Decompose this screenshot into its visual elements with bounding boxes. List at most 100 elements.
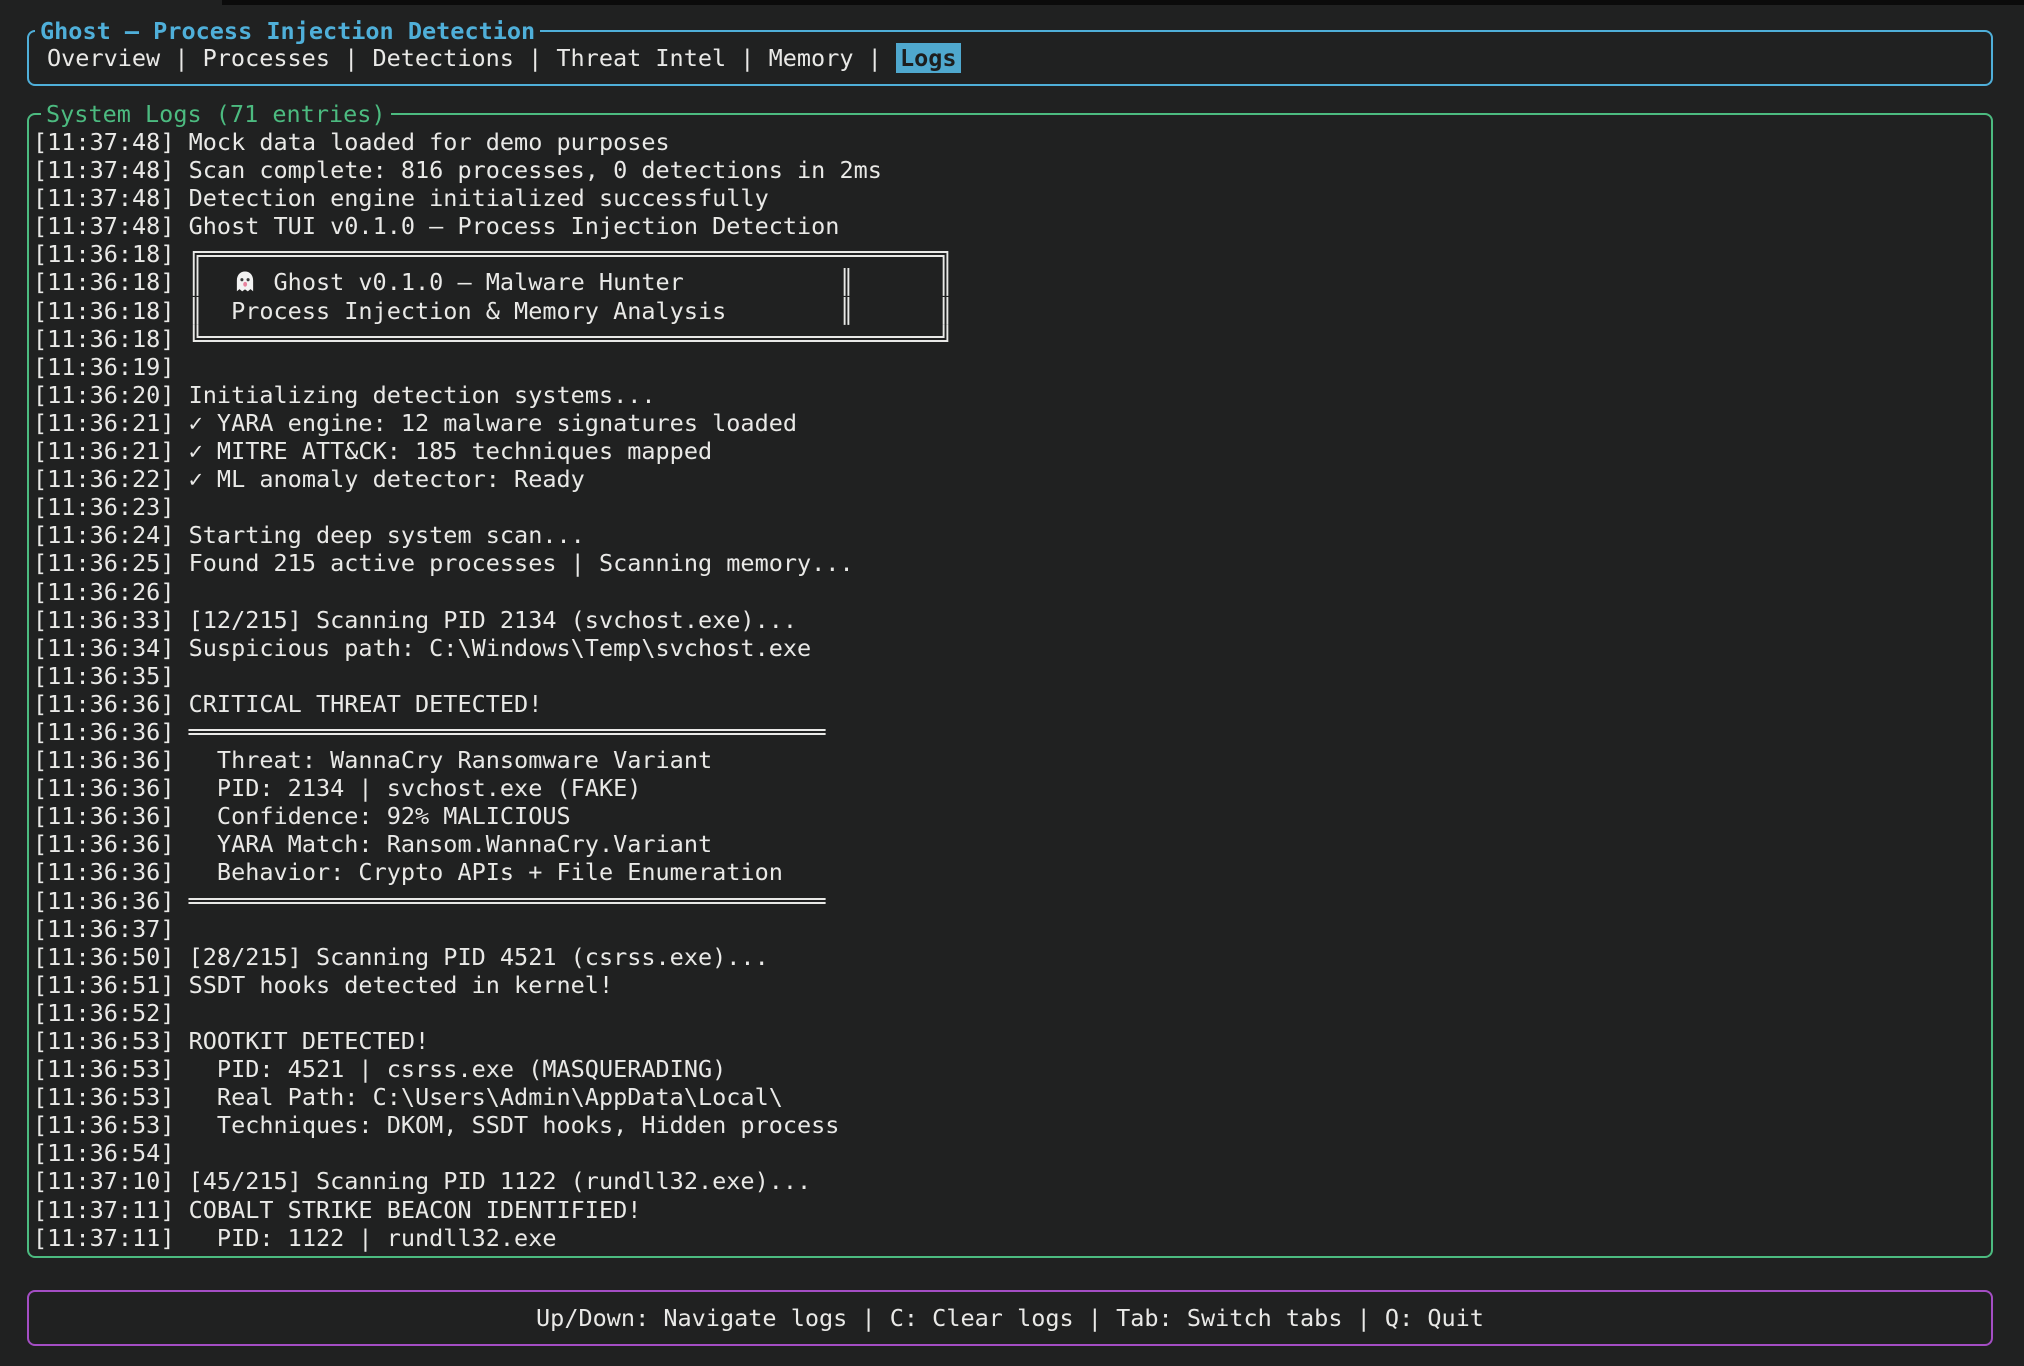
log-entry: [11:36:36] Confidence: 92% MALICIOUS [33, 802, 1987, 830]
keybindings-help: Up/Down: Navigate logs | C: Clear logs |… [536, 1304, 1484, 1332]
log-entry: [11:36:18] ╚════════════════════════════… [33, 325, 1987, 353]
log-entry: [11:36:19] [33, 353, 1987, 381]
tab-detections[interactable]: Detections [372, 44, 513, 72]
log-timestamp: [11:36:54] [33, 1139, 189, 1167]
log-message: Behavior: Crypto APIs + File Enumeration [189, 858, 783, 886]
log-entry: [11:36:52] [33, 999, 1987, 1027]
logs-panel-title: System Logs (71 entries) [41, 98, 391, 130]
log-entry: [11:36:35] [33, 662, 1987, 690]
log-message: Real Path: C:\Users\Admin\AppData\Local\ [189, 1083, 783, 1111]
log-timestamp: [11:36:52] [33, 999, 189, 1027]
log-timestamp: [11:36:36] [33, 887, 189, 915]
log-entry: [11:36:33] [12/215] Scanning PID 2134 (s… [33, 606, 1987, 634]
log-timestamp: [11:36:36] [33, 858, 189, 886]
log-message: Starting deep system scan... [189, 521, 585, 549]
log-timestamp: [11:36:21] [33, 437, 189, 465]
log-entry: [11:36:20] Initializing detection system… [33, 381, 1987, 409]
log-message: ║ Process Injection & Memory Analysis ║ … [189, 297, 953, 325]
log-entry: [11:37:11] COBALT STRIKE BEACON IDENTIFI… [33, 1196, 1987, 1224]
log-timestamp: [11:36:35] [33, 662, 189, 690]
log-timestamp: [11:36:18] [33, 325, 189, 353]
log-message: ╚═══════════════════════════════════════… [189, 325, 953, 353]
log-entry: [11:37:48] Mock data loaded for demo pur… [33, 128, 1987, 156]
log-timestamp: [11:37:11] [33, 1196, 189, 1224]
log-entry: [11:36:18] ║ Process Injection & Memory … [33, 297, 1987, 325]
tab-separator: | [726, 44, 768, 72]
log-entry: [11:36:26] [33, 578, 1987, 606]
log-entry: [11:36:53] PID: 4521 | csrss.exe (MASQUE… [33, 1055, 1987, 1083]
log-message: Mock data loaded for demo purposes [189, 128, 670, 156]
log-entry: [11:36:22] ✓ ML anomaly detector: Ready [33, 465, 1987, 493]
log-message: ✓ YARA engine: 12 malware signatures loa… [189, 409, 797, 437]
log-timestamp: [11:36:26] [33, 578, 189, 606]
log-entry: [11:37:48] Scan complete: 816 processes,… [33, 156, 1987, 184]
tab-threat-intel[interactable]: Threat Intel [556, 44, 726, 72]
log-entry: [11:36:37] [33, 915, 1987, 943]
tab-separator: | [854, 44, 896, 72]
log-entry: [11:36:21] ✓ MITRE ATT&CK: 185 technique… [33, 437, 1987, 465]
tab-memory[interactable]: Memory [769, 44, 854, 72]
log-entry: [11:36:25] Found 215 active processes | … [33, 549, 1987, 577]
log-timestamp: [11:36:21] [33, 409, 189, 437]
ghost-icon [231, 269, 259, 295]
log-entry: [11:36:23] [33, 493, 1987, 521]
log-timestamp: [11:36:34] [33, 634, 189, 662]
log-timestamp: [11:37:48] [33, 212, 189, 240]
log-entry: [11:36:36] CRITICAL THREAT DETECTED! [33, 690, 1987, 718]
log-timestamp: [11:37:48] [33, 184, 189, 212]
logs-panel: System Logs (71 entries) [11:37:48] Mock… [27, 113, 1993, 1258]
log-message: Initializing detection systems... [189, 381, 656, 409]
tab-processes[interactable]: Processes [203, 44, 330, 72]
log-message: PID: 1122 | rundll32.exe [189, 1224, 557, 1252]
logs-body[interactable]: [11:37:48] Mock data loaded for demo pur… [33, 128, 1987, 1253]
log-message: ✓ ML anomaly detector: Ready [189, 465, 585, 493]
log-message: Scan complete: 816 processes, 0 detectio… [189, 156, 882, 184]
log-entry: [11:36:53] Real Path: C:\Users\Admin\App… [33, 1083, 1987, 1111]
log-timestamp: [11:36:25] [33, 549, 189, 577]
tab-separator: | [514, 44, 556, 72]
log-entry: [11:36:34] Suspicious path: C:\Windows\T… [33, 634, 1987, 662]
log-entry: [11:37:10] [45/215] Scanning PID 1122 (r… [33, 1167, 1987, 1195]
log-timestamp: [11:36:53] [33, 1055, 189, 1083]
log-entry: [11:37:48] Detection engine initialized … [33, 184, 1987, 212]
log-timestamp: [11:36:24] [33, 521, 189, 549]
tab-logs[interactable]: Logs [896, 43, 961, 73]
log-message: PID: 2134 | svchost.exe (FAKE) [189, 774, 642, 802]
log-timestamp: [11:36:51] [33, 971, 189, 999]
log-entry: [11:36:51] SSDT hooks detected in kernel… [33, 971, 1987, 999]
log-timestamp: [11:36:36] [33, 746, 189, 774]
log-message: [45/215] Scanning PID 1122 (rundll32.exe… [189, 1167, 812, 1195]
log-timestamp: [11:36:33] [33, 606, 189, 634]
log-message: Found 215 active processes | Scanning me… [189, 549, 854, 577]
log-entry: [11:36:53] Techniques: DKOM, SSDT hooks,… [33, 1111, 1987, 1139]
log-timestamp: [11:37:10] [33, 1167, 189, 1195]
log-timestamp: [11:36:23] [33, 493, 189, 521]
log-timestamp: [11:37:11] [33, 1224, 189, 1252]
log-timestamp: [11:36:53] [33, 1111, 189, 1139]
tab-overview[interactable]: Overview [47, 44, 160, 72]
log-message: Techniques: DKOM, SSDT hooks, Hidden pro… [189, 1111, 840, 1139]
log-timestamp: [11:36:19] [33, 353, 189, 381]
tab-separator: | [160, 44, 202, 72]
log-timestamp: [11:36:36] [33, 690, 189, 718]
log-timestamp: [11:36:18] [33, 297, 189, 325]
log-timestamp: [11:36:18] [33, 240, 189, 268]
log-timestamp: [11:37:48] [33, 128, 189, 156]
log-message: Threat: WannaCry Ransomware Variant [189, 746, 712, 774]
tabs-panel: Ghost — Process Injection Detection Over… [27, 30, 1993, 86]
log-timestamp: [11:36:22] [33, 465, 189, 493]
log-message: ════════════════════════════════════════… [189, 887, 826, 915]
log-entry: [11:36:24] Starting deep system scan... [33, 521, 1987, 549]
log-entry: [11:36:36] YARA Match: Ransom.WannaCry.V… [33, 830, 1987, 858]
log-message: ✓ MITRE ATT&CK: 185 techniques mapped [189, 437, 712, 465]
log-message: Detection engine initialized successfull… [189, 184, 769, 212]
log-message: Ghost TUI v0.1.0 — Process Injection Det… [189, 212, 840, 240]
window-top-strip [222, 0, 2024, 5]
log-timestamp: [11:37:48] [33, 156, 189, 184]
log-message: SSDT hooks detected in kernel! [189, 971, 613, 999]
log-message: YARA Match: Ransom.WannaCry.Variant [189, 830, 712, 858]
log-message: ║ Ghost v0.1.0 — Malware Hunter ║ ║ [189, 268, 953, 296]
log-entry: [11:37:11] PID: 1122 | rundll32.exe [33, 1224, 1987, 1252]
log-timestamp: [11:36:37] [33, 915, 189, 943]
log-entry: [11:36:54] [33, 1139, 1987, 1167]
